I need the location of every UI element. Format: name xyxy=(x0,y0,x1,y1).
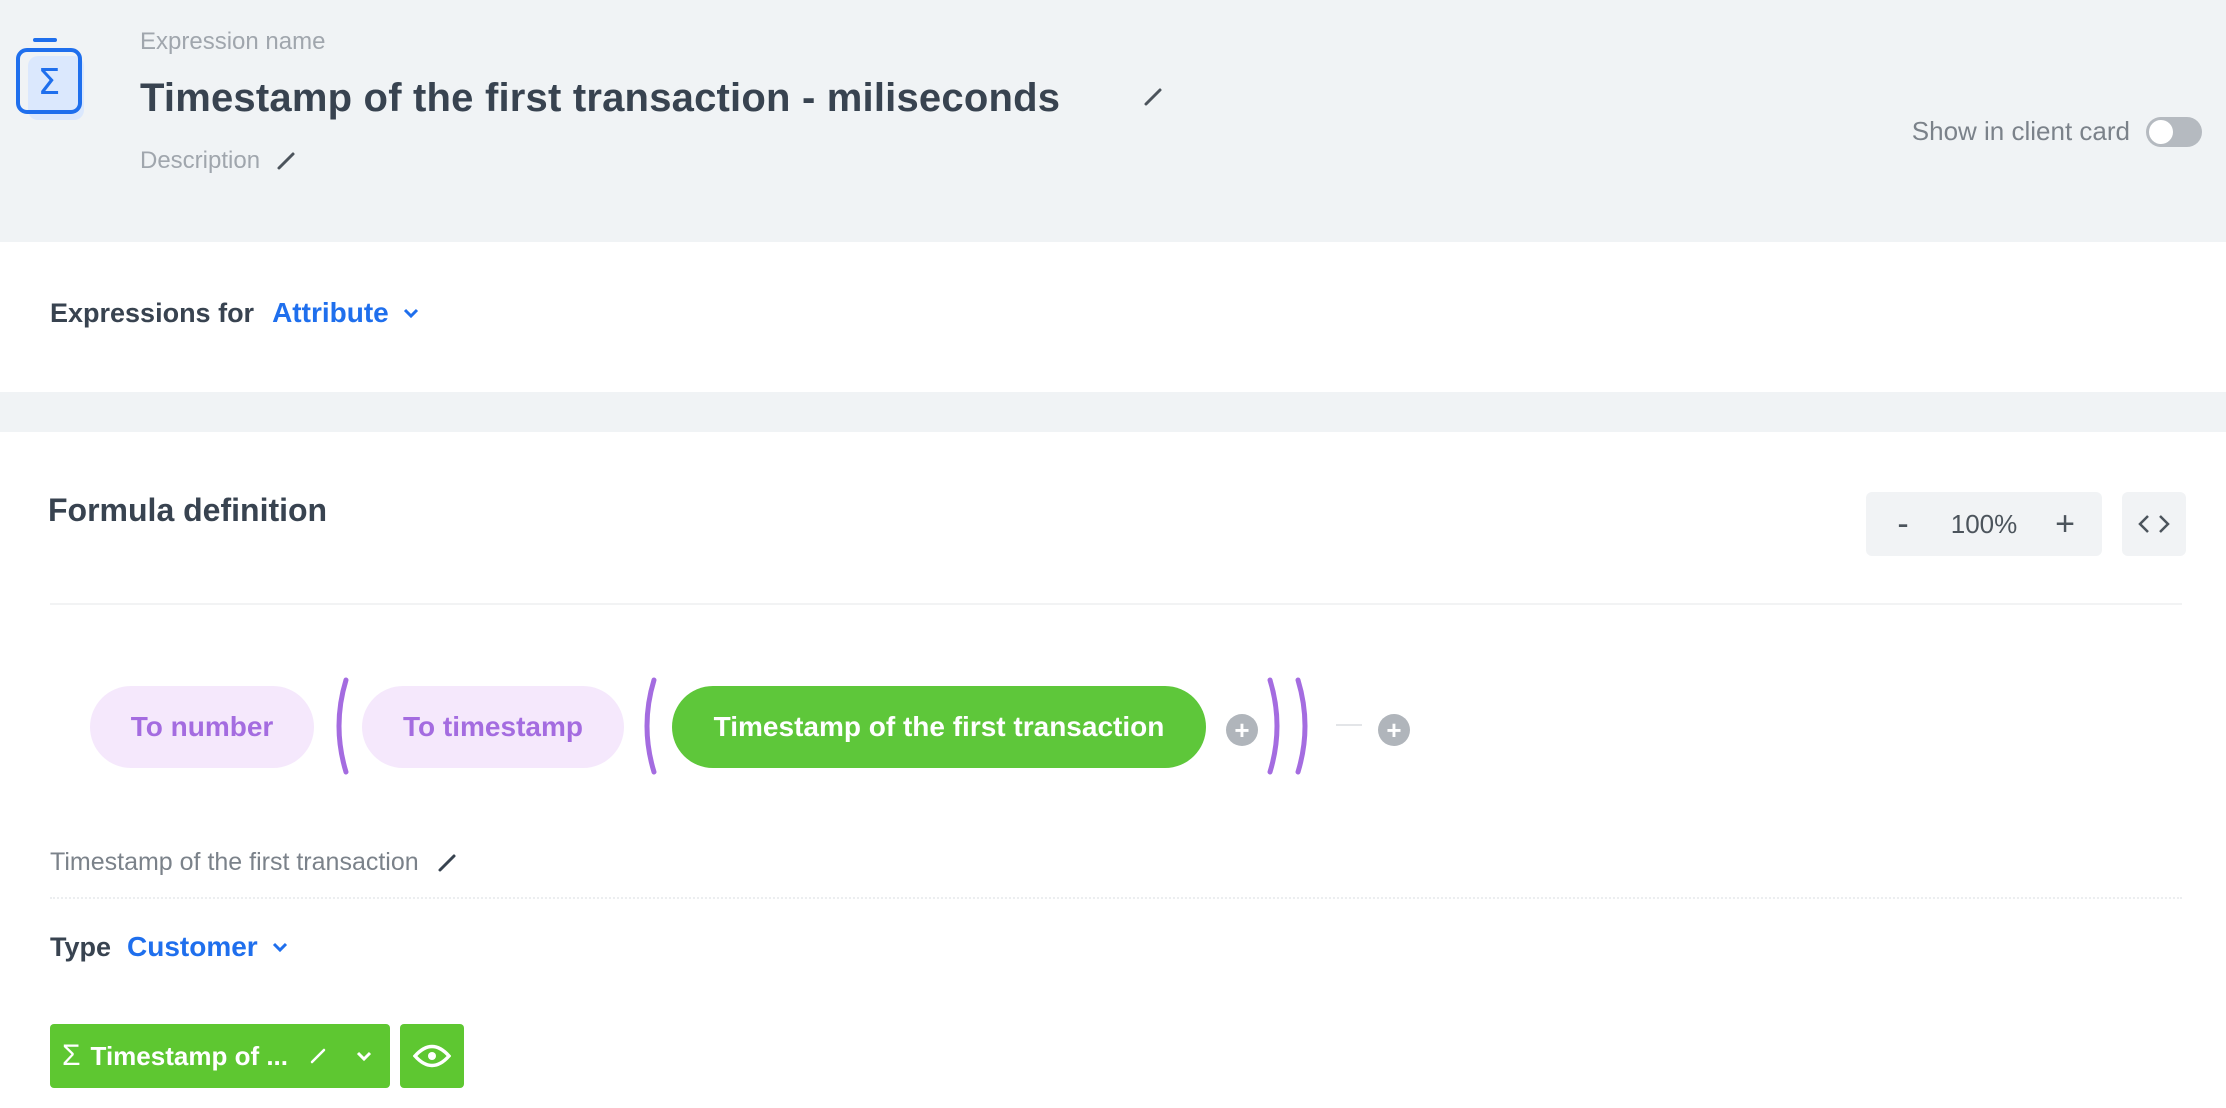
function-node-to-number[interactable]: To number xyxy=(90,686,314,768)
chevron-down-icon xyxy=(272,942,287,953)
expression-name-label: Expression name xyxy=(140,28,326,55)
svg-text:Σ: Σ xyxy=(38,62,61,103)
show-in-client-card: Show in client card xyxy=(1912,116,2202,147)
zoom-in-button[interactable]: + xyxy=(2050,507,2080,541)
description-placeholder: Description xyxy=(140,147,261,174)
plus-icon: + xyxy=(1386,715,1402,745)
sigma-expression-icon: Σ xyxy=(16,38,84,120)
plus-icon: + xyxy=(1234,715,1250,745)
code-brackets-icon xyxy=(2138,515,2170,533)
expression-header: Σ Expression name Timestamp of the first… xyxy=(0,0,2226,242)
edit-title-pencil-icon[interactable] xyxy=(1142,86,1164,108)
show-in-client-card-label: Show in client card xyxy=(1911,116,2130,146)
edit-description-pencil-icon[interactable] xyxy=(276,151,296,171)
show-in-client-card-toggle[interactable] xyxy=(2146,116,2202,147)
zoom-out-button[interactable]: - xyxy=(1888,507,1918,541)
section-divider xyxy=(0,392,2226,432)
edit-attribute-pencil-icon[interactable] xyxy=(308,1046,328,1066)
dotted-divider xyxy=(50,897,2182,899)
type-label: Type xyxy=(50,931,112,962)
connector-line xyxy=(1336,724,1362,726)
expressions-for-dropdown[interactable]: Attribute xyxy=(272,297,419,329)
formula-divider xyxy=(50,603,2182,605)
eye-icon xyxy=(413,1044,451,1068)
preview-button[interactable] xyxy=(400,1024,464,1088)
toggle-knob xyxy=(2149,119,2173,144)
selected-node-name[interactable]: Timestamp of the first transaction xyxy=(50,848,457,877)
chevron-down-icon[interactable] xyxy=(356,1050,372,1062)
attribute-select-label: Timestamp of ... xyxy=(90,1040,288,1071)
attribute-node[interactable]: Timestamp of the first transaction xyxy=(672,686,1206,768)
attribute-select-button[interactable]: Σ Timestamp of ... xyxy=(50,1024,390,1088)
expressions-for-section: Expressions for Attribute xyxy=(0,242,2226,392)
zoom-control: - 100% + xyxy=(1866,492,2102,556)
expressions-for-value: Attribute xyxy=(272,297,389,328)
selected-node-name-text: Timestamp of the first transaction xyxy=(50,848,419,876)
add-node-button[interactable]: + xyxy=(1226,714,1258,746)
open-paren xyxy=(336,677,349,775)
code-view-button[interactable] xyxy=(2122,492,2186,556)
description-field[interactable]: Description xyxy=(140,147,296,175)
add-node-end-button[interactable]: + xyxy=(1378,714,1410,746)
close-paren xyxy=(1267,677,1280,775)
type-value: Customer xyxy=(127,931,258,962)
zoom-level: 100% xyxy=(1950,508,2018,539)
type-dropdown[interactable]: Customer xyxy=(127,931,288,963)
type-row: Type Customer xyxy=(50,931,288,963)
open-paren xyxy=(644,677,657,775)
function-node-to-timestamp[interactable]: To timestamp xyxy=(362,686,624,768)
chevron-down-icon xyxy=(403,308,418,319)
sigma-icon: Σ xyxy=(62,1039,81,1072)
close-paren xyxy=(1295,677,1308,775)
edit-node-name-pencil-icon[interactable] xyxy=(437,853,457,873)
formula-definition-title: Formula definition xyxy=(48,492,328,528)
expressions-for-label: Expressions for xyxy=(50,297,255,328)
expression-title[interactable]: Timestamp of the first transaction - mil… xyxy=(140,76,1060,121)
